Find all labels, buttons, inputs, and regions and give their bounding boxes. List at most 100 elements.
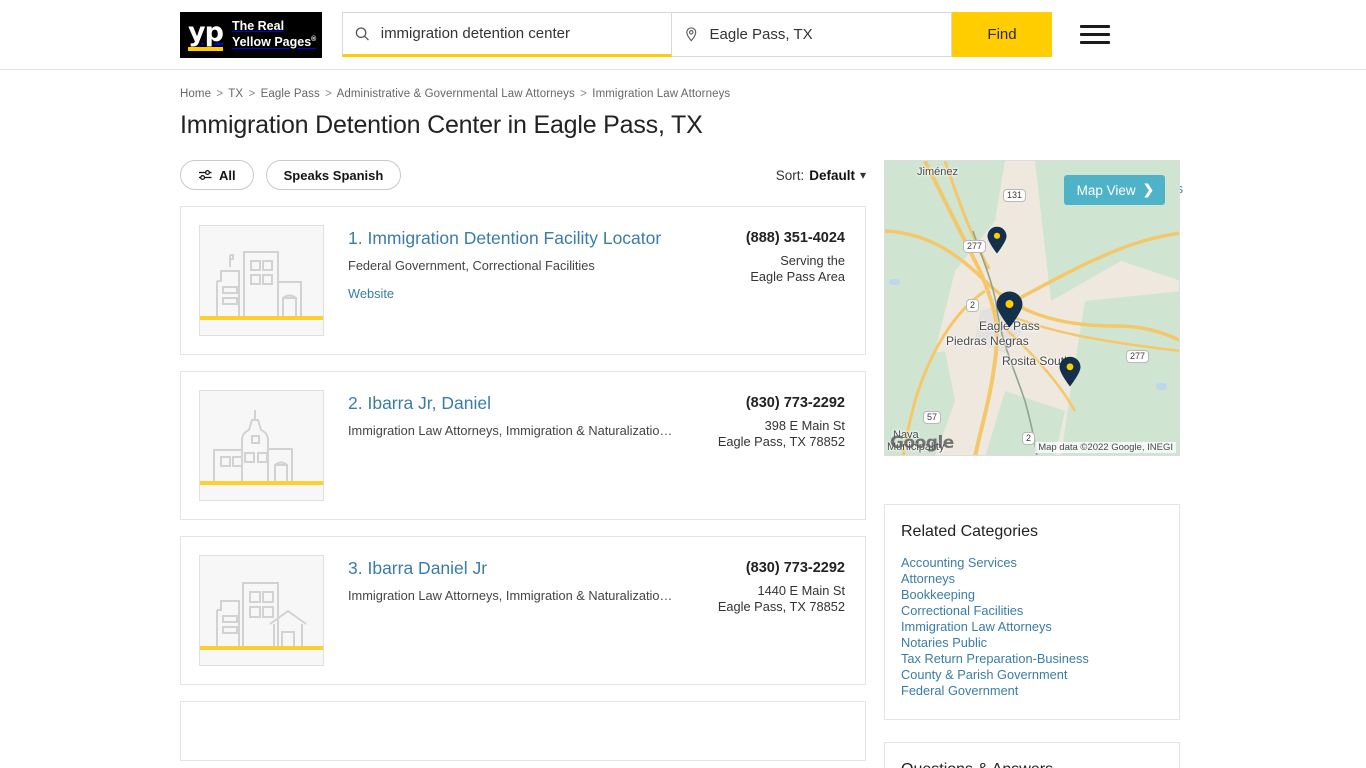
search-input[interactable] bbox=[378, 24, 661, 43]
result-rank: 1. bbox=[348, 228, 363, 248]
questions-answers-panel: Questions & Answers bbox=[884, 742, 1180, 768]
result-card[interactable]: 2. Ibarra Jr, Daniel Immigration Law Att… bbox=[180, 371, 866, 520]
related-category-link[interactable]: Accounting Services bbox=[901, 555, 1161, 571]
related-categories-title: Related Categories bbox=[901, 523, 1038, 540]
result-title-link[interactable]: 3. Ibarra Daniel Jr bbox=[348, 557, 487, 579]
hamburger-menu-icon[interactable] bbox=[1080, 25, 1110, 44]
result-address-line1: 398 E Main St bbox=[764, 418, 845, 433]
map-route-shield: 2 bbox=[966, 299, 980, 312]
result-categories: Federal Government, Correctional Facilit… bbox=[348, 258, 595, 273]
result-info: 2. Ibarra Jr, Daniel Immigration Law Att… bbox=[324, 390, 695, 501]
breadcrumb-item-parent-category[interactable]: Administrative & Governmental Law Attorn… bbox=[337, 88, 575, 100]
location-field[interactable] bbox=[672, 12, 952, 57]
result-address: 1440 E Main St Eagle Pass, TX 78852 bbox=[695, 583, 845, 615]
search-bar: Find bbox=[342, 12, 1052, 57]
result-website-link[interactable]: Website bbox=[348, 286, 394, 301]
result-card[interactable] bbox=[180, 701, 866, 761]
logo-trademark: ® bbox=[311, 36, 317, 44]
page-container: Home > TX > Eagle Pass > Administrative … bbox=[0, 70, 1366, 768]
result-name: Ibarra Jr, Daniel bbox=[367, 393, 492, 413]
building-placeholder-icon bbox=[200, 251, 323, 320]
filter-sliders-icon bbox=[199, 169, 212, 181]
questions-answers-title: Questions & Answers bbox=[901, 761, 1161, 768]
hamburger-bar bbox=[1080, 41, 1110, 44]
map-pin-marker[interactable] bbox=[1058, 356, 1082, 387]
chevron-right-icon: ❯ bbox=[1142, 182, 1154, 197]
breadcrumb: Home > TX > Eagle Pass > Administrative … bbox=[180, 70, 1186, 100]
building-placeholder-icon bbox=[200, 410, 323, 485]
sort-dropdown[interactable]: Sort: Default ▾ bbox=[776, 168, 866, 183]
map-route-shield: 277 bbox=[1126, 350, 1150, 363]
result-address-line2: Eagle Pass Area bbox=[750, 269, 845, 284]
result-address-line2: Eagle Pass, TX 78852 bbox=[717, 599, 845, 614]
map-route-shield: 2 bbox=[1022, 432, 1036, 445]
yp-logo[interactable]: yp The Real Yellow Pages® bbox=[180, 11, 322, 58]
find-button[interactable]: Find bbox=[952, 12, 1052, 57]
breadcrumb-separator: > bbox=[248, 88, 256, 100]
result-phone[interactable]: (830) 773-2292 bbox=[695, 559, 845, 577]
related-categories-panel: Related Categories Accounting Services A… bbox=[884, 504, 1180, 720]
result-info: 3. Ibarra Daniel Jr Immigration Law Atto… bbox=[324, 555, 695, 666]
breadcrumb-separator: > bbox=[216, 88, 224, 100]
related-category-link[interactable]: Bookkeeping bbox=[901, 587, 1161, 603]
result-contact: (830) 773-2292 1440 E Main St Eagle Pass… bbox=[695, 555, 845, 666]
sort-prefix-label: Sort: bbox=[775, 167, 805, 183]
result-categories: Immigration Law Attorneys, Immigration &… bbox=[348, 588, 673, 603]
result-address: 398 E Main St Eagle Pass, TX 78852 bbox=[695, 418, 845, 450]
search-query-field[interactable] bbox=[342, 12, 672, 57]
hamburger-bar bbox=[1080, 33, 1110, 36]
location-input[interactable] bbox=[707, 25, 941, 44]
filter-chip-all[interactable]: All bbox=[180, 160, 254, 190]
result-phone[interactable]: (830) 773-2292 bbox=[695, 394, 845, 412]
hamburger-bar bbox=[1080, 25, 1110, 28]
map-label: Jiménez bbox=[917, 166, 958, 178]
result-title-link[interactable]: 1. Immigration Detention Facility Locato… bbox=[348, 227, 661, 249]
result-rank: 3. bbox=[348, 558, 363, 578]
filter-chip-all-label: All bbox=[219, 167, 236, 183]
breadcrumb-item-category[interactable]: Immigration Law Attorneys bbox=[592, 88, 730, 100]
result-address-line2: Eagle Pass, TX 78852 bbox=[717, 434, 845, 449]
result-card[interactable]: 3. Ibarra Daniel Jr Immigration Law Atto… bbox=[180, 536, 866, 685]
building-placeholder-icon bbox=[200, 582, 323, 650]
breadcrumb-separator: > bbox=[580, 88, 587, 100]
breadcrumb-item-city[interactable]: Eagle Pass bbox=[261, 88, 320, 100]
logo-tagline-line1: The Real bbox=[231, 19, 285, 34]
result-address: Serving the Eagle Pass Area bbox=[695, 253, 845, 285]
results-map[interactable]: 131 277 2 277 57 2 Jiménez Eagle Pass Pi… bbox=[884, 160, 1180, 456]
related-category-link[interactable]: Correctional Facilities bbox=[901, 603, 1161, 619]
results-column: All Speaks Spanish Sort: Default ▾ 1. Im… bbox=[180, 160, 866, 768]
breadcrumb-separator: > bbox=[325, 88, 332, 100]
related-category-link[interactable]: Tax Return Preparation-Business bbox=[901, 651, 1161, 667]
sidebar-column: 131 277 2 277 57 2 Jiménez Eagle Pass Pi… bbox=[884, 160, 1180, 768]
result-contact: (888) 351-4024 Serving the Eagle Pass Ar… bbox=[695, 225, 845, 336]
breadcrumb-item-state[interactable]: TX bbox=[228, 88, 243, 100]
related-category-link[interactable]: Federal Government bbox=[901, 683, 1161, 699]
logo-tagline: The Real Yellow Pages® bbox=[232, 19, 316, 49]
map-view-button-label: Map View bbox=[1076, 182, 1136, 198]
related-category-link[interactable]: Immigration Law Attorneys bbox=[901, 619, 1161, 635]
map-label: Piedras Negras bbox=[946, 334, 1029, 348]
result-info: 1. Immigration Detention Facility Locato… bbox=[324, 225, 695, 336]
result-card[interactable]: 1. Immigration Detention Facility Locato… bbox=[180, 206, 866, 355]
map-view-button[interactable]: Map View ❯ bbox=[1063, 175, 1165, 205]
breadcrumb-item-home[interactable]: Home bbox=[180, 88, 211, 100]
result-thumbnail bbox=[199, 555, 324, 666]
result-thumbnail bbox=[199, 390, 324, 501]
content-area: All Speaks Spanish Sort: Default ▾ 1. Im… bbox=[180, 160, 1186, 768]
result-phone[interactable]: (888) 351-4024 bbox=[695, 229, 845, 247]
result-contact: (830) 773-2292 398 E Main St Eagle Pass,… bbox=[695, 390, 845, 501]
related-category-link[interactable]: Notaries Public bbox=[901, 635, 1161, 651]
filter-chip-speaks-spanish[interactable]: Speaks Spanish bbox=[265, 160, 402, 190]
related-category-link[interactable]: County & Parish Government bbox=[901, 667, 1161, 683]
related-category-link[interactable]: Attorneys bbox=[901, 571, 1161, 587]
result-title-link[interactable]: 2. Ibarra Jr, Daniel bbox=[348, 392, 491, 414]
result-thumbnail bbox=[199, 225, 324, 336]
map-pin-marker[interactable] bbox=[986, 226, 1008, 254]
filter-bar: All Speaks Spanish Sort: Default ▾ bbox=[180, 160, 866, 190]
result-name: Immigration Detention Facility Locator bbox=[367, 228, 662, 248]
map-pin-marker[interactable] bbox=[995, 291, 1024, 328]
chevron-down-icon: ▾ bbox=[859, 168, 866, 182]
result-name: Ibarra Daniel Jr bbox=[367, 558, 488, 578]
google-watermark: Google bbox=[890, 433, 954, 453]
logo-tagline-line2: Yellow Pages bbox=[231, 35, 312, 50]
